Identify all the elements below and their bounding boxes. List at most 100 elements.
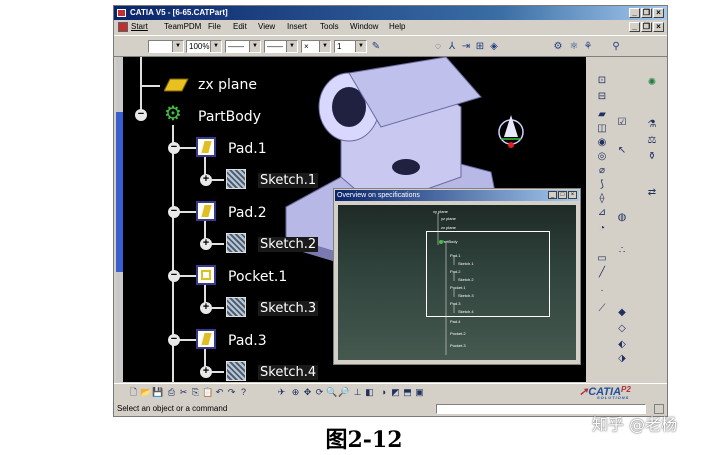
tree-partbody[interactable]: PartBody: [198, 109, 261, 125]
pad2-collapse-toggle[interactable]: −: [168, 206, 180, 218]
apply-material-icon[interactable]: ◍: [616, 212, 628, 224]
axis-system-icon[interactable]: ⟋: [596, 303, 608, 315]
3d-viewport[interactable]: zx plane − ⚙ PartBody − Pad.1 + Sketch.1…: [116, 57, 586, 382]
zoom-in-icon[interactable]: 🔍: [326, 387, 337, 398]
minimize-button[interactable]: _: [629, 8, 640, 18]
tree-pad1[interactable]: Pad.1: [228, 141, 267, 157]
pad1-collapse-toggle[interactable]: −: [168, 142, 180, 154]
knowledge-icon[interactable]: ⚛: [568, 41, 580, 53]
draft-tool-icon[interactable]: ⚗: [646, 119, 658, 131]
fillet-tool-icon[interactable]: ◔: [596, 223, 608, 235]
partbody-collapse-toggle[interactable]: −: [135, 109, 147, 121]
point-symbol-combo[interactable]: × ▼: [301, 40, 331, 53]
swap-space-icon[interactable]: ⬒: [402, 387, 413, 398]
fit-all-icon[interactable]: ⊕: [290, 387, 301, 398]
menu-help[interactable]: Help: [389, 20, 405, 34]
pad3-collapse-toggle[interactable]: −: [168, 334, 180, 346]
menu-insert[interactable]: Insert: [287, 20, 307, 34]
slot-tool-icon[interactable]: ⟠: [596, 193, 608, 205]
line-tool-icon[interactable]: ╱: [596, 267, 608, 279]
pad-tool-icon[interactable]: ▰: [596, 109, 608, 121]
boolean-add-icon[interactable]: ◆: [616, 307, 628, 319]
formula-icon[interactable]: ⚘: [582, 41, 594, 53]
pan-icon[interactable]: ✥: [302, 387, 313, 398]
material-icon[interactable]: ◈: [488, 41, 500, 53]
shading-icon[interactable]: ◑: [378, 387, 389, 398]
pocket1-collapse-toggle[interactable]: −: [168, 270, 180, 282]
quick-view-icon[interactable]: ◧: [364, 387, 375, 398]
normal-view-icon[interactable]: ⊥: [352, 387, 363, 398]
tree-sketch1[interactable]: Sketch.1: [258, 173, 319, 188]
overview-window[interactable]: Overview on specifications _ □ × xy plan…: [333, 188, 581, 365]
paste-icon[interactable]: 📋: [202, 387, 213, 398]
rib-tool-icon[interactable]: ⟆: [596, 179, 608, 191]
transform-icon[interactable]: ⇄: [646, 187, 658, 199]
catalog-icon[interactable]: ⚙: [552, 41, 564, 53]
hole-tool-icon[interactable]: ⌀: [596, 165, 608, 177]
redo-icon[interactable]: ↷: [226, 387, 237, 398]
overview-title-bar[interactable]: Overview on specifications _ □ ×: [335, 190, 579, 201]
cut-icon[interactable]: ✂: [178, 387, 189, 398]
save-icon[interactable]: 💾: [152, 387, 163, 398]
zoom-out-icon[interactable]: 🔎: [338, 387, 349, 398]
undo-icon[interactable]: ↶: [214, 387, 225, 398]
document-icon[interactable]: [118, 22, 128, 32]
stiffener-tool-icon[interactable]: ⊿: [596, 207, 608, 219]
painter-icon[interactable]: ✎: [370, 41, 382, 53]
transparency-combo[interactable]: 100% ▼: [186, 40, 222, 53]
tree-pocket1[interactable]: Pocket.1: [228, 269, 287, 285]
groove-tool-icon[interactable]: ◎: [596, 151, 608, 163]
axis-icon[interactable]: ⅄: [446, 41, 458, 53]
sketch3-expand-toggle[interactable]: +: [200, 302, 212, 314]
new-icon[interactable]: 🗋: [128, 387, 139, 398]
menu-start[interactable]: Start: [131, 20, 148, 34]
knowledge-sphere-icon[interactable]: ✺: [646, 77, 658, 89]
point-dots-icon[interactable]: ∴: [616, 245, 628, 257]
tree-zx-plane[interactable]: zx plane: [198, 77, 257, 93]
close-button[interactable]: ×: [653, 8, 664, 18]
tree-sketch3[interactable]: Sketch.3: [258, 301, 319, 316]
fly-mode-icon[interactable]: ✈: [276, 387, 287, 398]
print-icon[interactable]: ⎙: [166, 387, 177, 398]
tree-sketch4[interactable]: Sketch.4: [258, 365, 319, 380]
screenshot-icon[interactable]: ▣: [414, 387, 425, 398]
menu-view[interactable]: View: [258, 20, 275, 34]
color-combo[interactable]: ▼: [148, 40, 184, 53]
shell-tool-icon[interactable]: ⚖: [646, 135, 658, 147]
tree-pad3[interactable]: Pad.3: [228, 333, 267, 349]
pocket-tool-icon[interactable]: ◫: [596, 123, 608, 135]
plane-tool-icon[interactable]: ▭: [596, 253, 608, 265]
menu-window[interactable]: Window: [350, 20, 378, 34]
whats-this-icon[interactable]: ?: [238, 387, 249, 398]
boolean-union-trim-icon[interactable]: ⬗: [616, 353, 628, 365]
sketch2-expand-toggle[interactable]: +: [200, 238, 212, 250]
constraint-icon[interactable]: ☑: [616, 117, 628, 129]
sketch4-expand-toggle[interactable]: +: [200, 366, 212, 378]
rotate-icon[interactable]: ◌: [432, 41, 444, 53]
exit-workbench-icon[interactable]: ⊟: [596, 91, 608, 103]
tree-sketch2[interactable]: Sketch.2: [258, 237, 319, 252]
restore-button[interactable]: ❐: [641, 8, 652, 18]
boolean-remove-icon[interactable]: ◇: [616, 323, 628, 335]
doc-restore-button[interactable]: ❐: [641, 22, 652, 32]
overview-maximize-button[interactable]: □: [558, 191, 567, 199]
doc-minimize-button[interactable]: _: [629, 22, 640, 32]
menu-tools[interactable]: Tools: [320, 20, 339, 34]
sketcher-icon[interactable]: ⊡: [596, 75, 608, 87]
thickness-tool-icon[interactable]: ⚱: [646, 151, 658, 163]
rotate-view-icon[interactable]: ⟳: [314, 387, 325, 398]
select-arrow-icon[interactable]: ↖: [616, 145, 628, 157]
thickness-combo[interactable]: —— ▼: [264, 40, 298, 53]
copy-icon[interactable]: ⎘: [190, 387, 201, 398]
linetype-combo[interactable]: —— ▼: [225, 40, 261, 53]
open-icon[interactable]: 📂: [140, 387, 151, 398]
overview-tree-map[interactable]: xy plane yz plane zx plane PartBody Pad.…: [338, 205, 576, 360]
doc-close-button[interactable]: ×: [653, 22, 664, 32]
point-tool-icon[interactable]: ·: [596, 285, 608, 297]
menu-teampdm[interactable]: TeamPDM: [164, 20, 201, 34]
boolean-intersect-icon[interactable]: ⬖: [616, 339, 628, 351]
snap-icon[interactable]: ⇥: [460, 41, 472, 53]
tree-pad2[interactable]: Pad.2: [228, 205, 267, 221]
sketch1-expand-toggle[interactable]: +: [200, 174, 212, 186]
menu-file[interactable]: File: [208, 20, 221, 34]
